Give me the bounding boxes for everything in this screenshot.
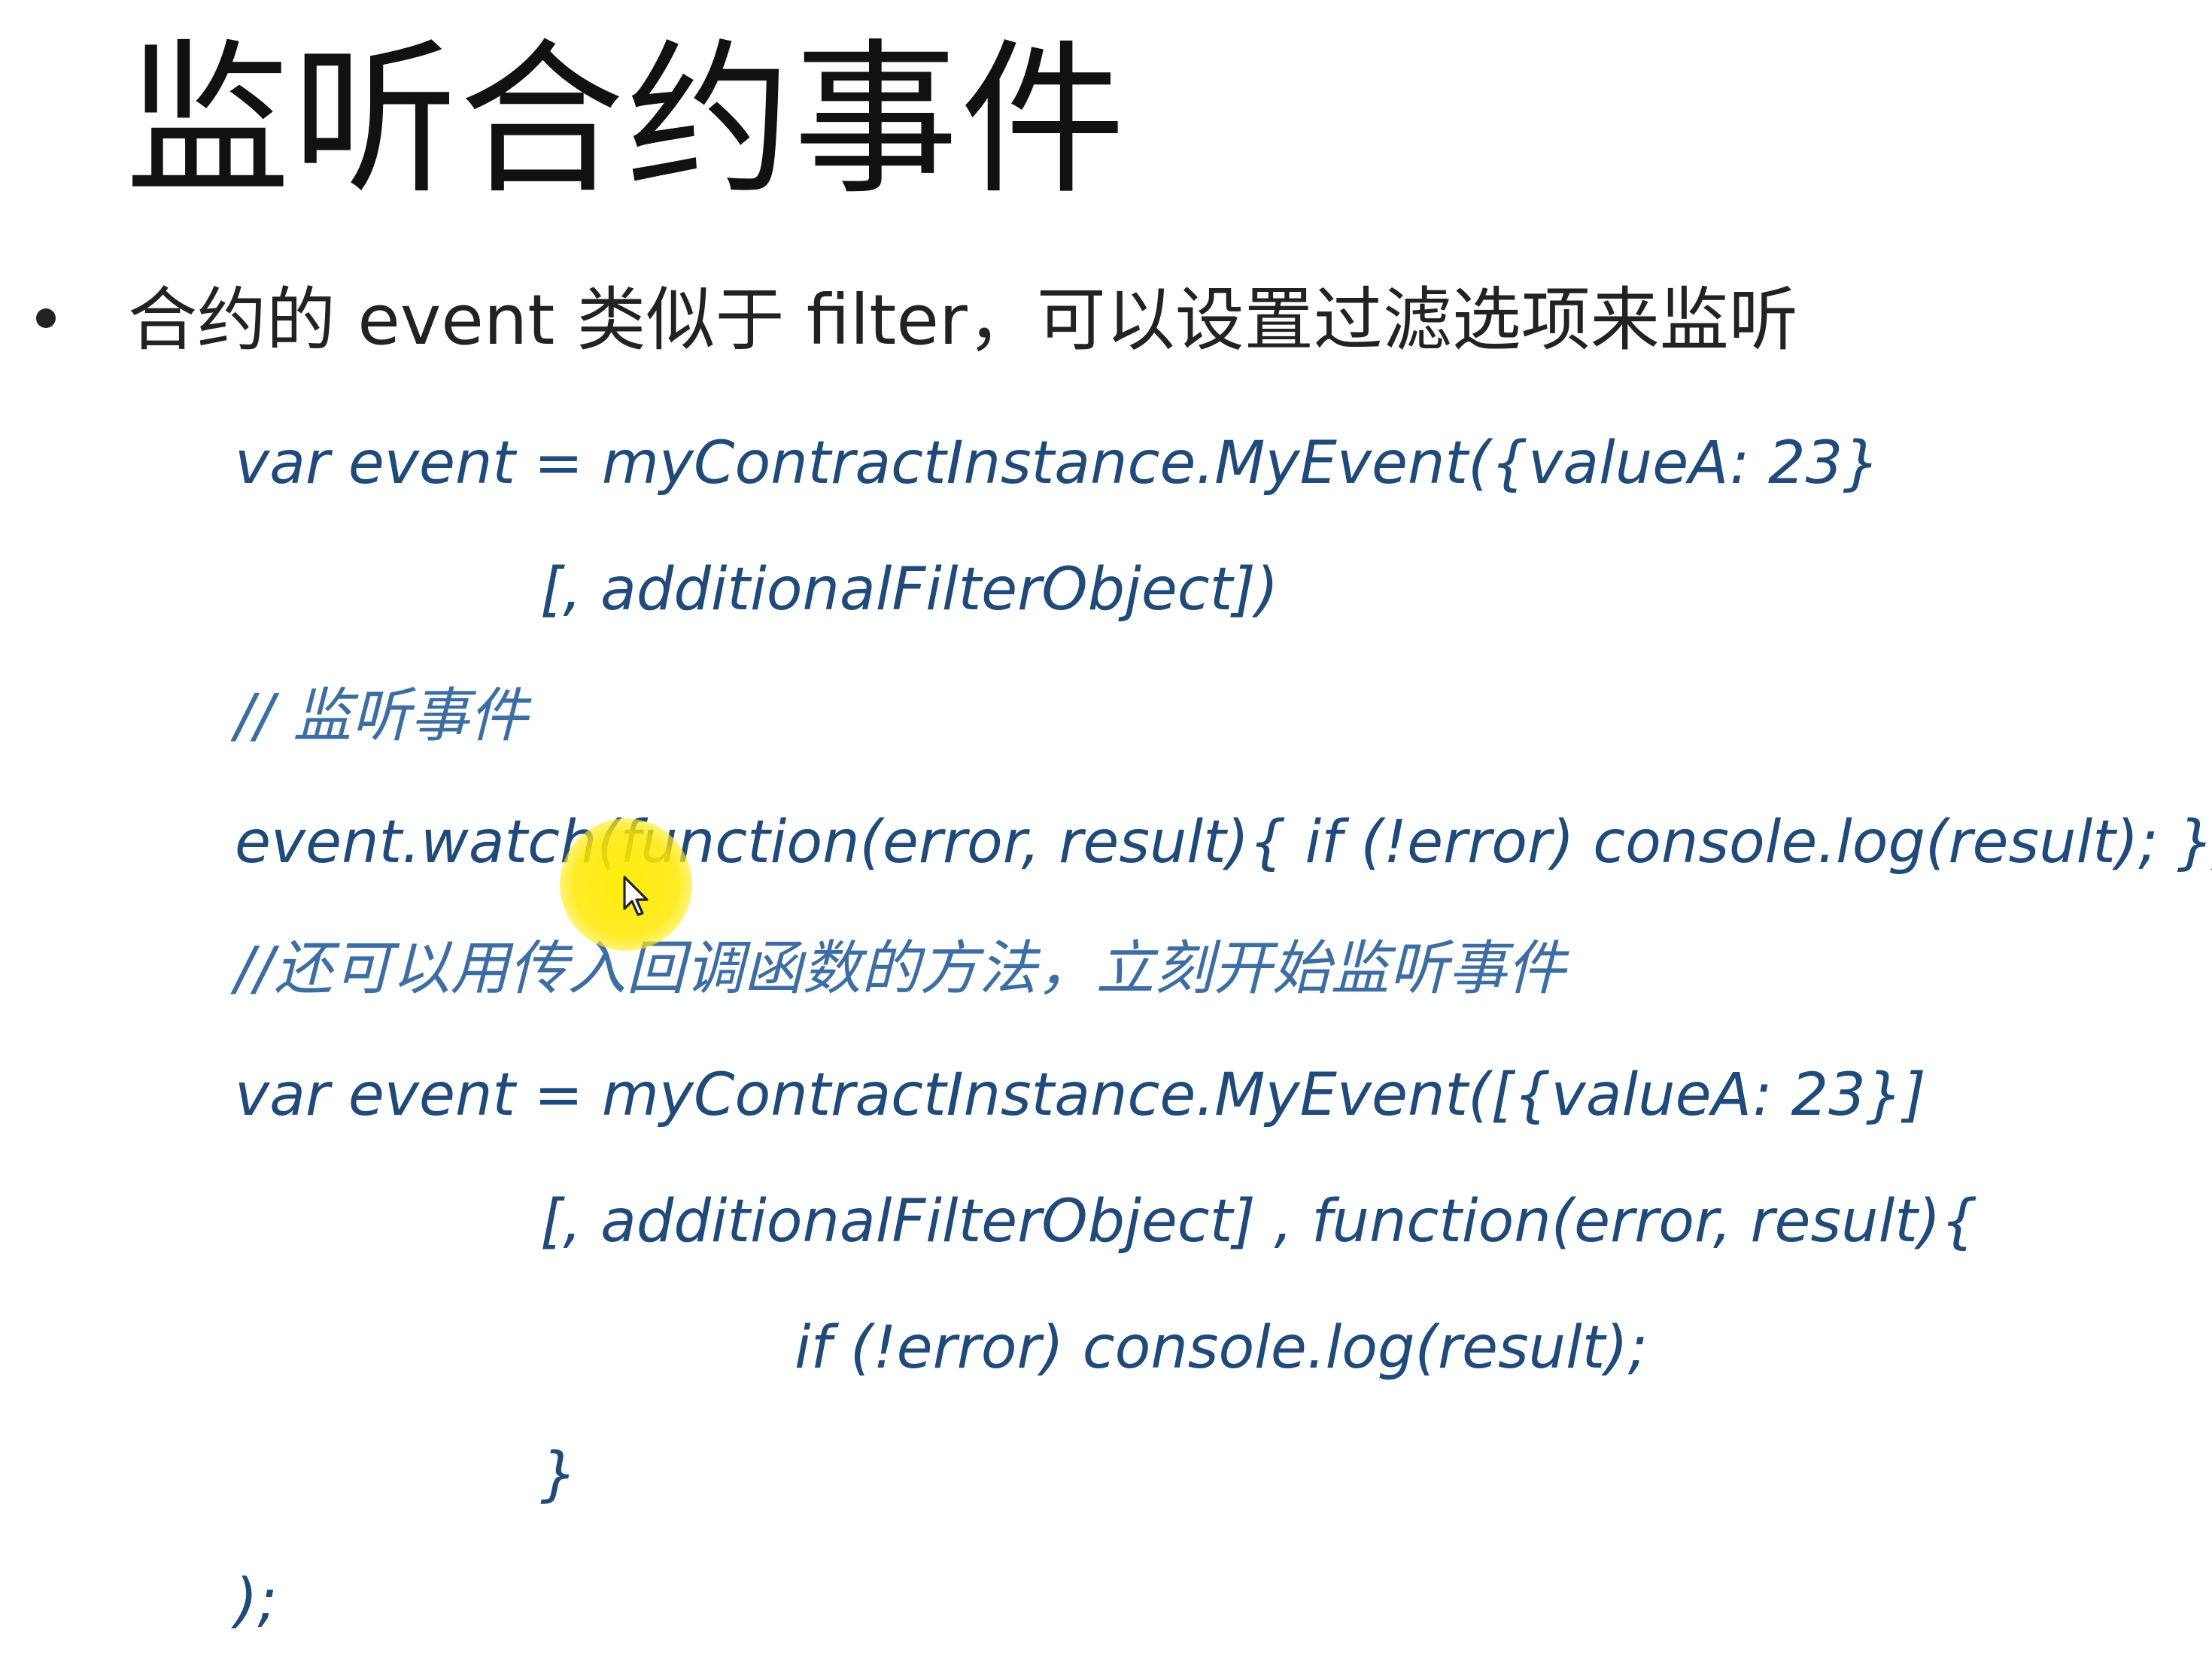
code-comment-2: //还可以用传入回调函数的方法，立刻开始监听事件 (235, 935, 1566, 1003)
code-line-5: [, additionalFilterObject] , function(er… (540, 1188, 1978, 1256)
bullet-point-icon (36, 308, 56, 328)
cursor-highlight (560, 818, 692, 951)
bullet-text: 合约的 event 类似于 filter，可以设置过滤选项来监听 (128, 280, 1798, 360)
code-line-8: ); (235, 1567, 278, 1635)
presentation-slide: 监听合约事件 合约的 event 类似于 filter，可以设置过滤选项来监听 … (0, 0, 2212, 1673)
mouse-pointer-icon (623, 876, 649, 916)
code-line-4: var event = myContractInstance.MyEvent([… (235, 1061, 1926, 1129)
code-comment-1: // 监听事件 (235, 682, 528, 750)
code-line-1: var event = myContractInstance.MyEvent({… (235, 430, 1880, 497)
code-line-6: if (!error) console.log(result); (795, 1314, 1648, 1382)
code-line-3: event.watch(function(error, result){ if … (235, 809, 2212, 876)
slide-title: 监听合约事件 (125, 24, 1128, 217)
code-line-7: } (540, 1441, 578, 1508)
code-line-2: [, additionalFilterObject]) (540, 556, 1279, 624)
